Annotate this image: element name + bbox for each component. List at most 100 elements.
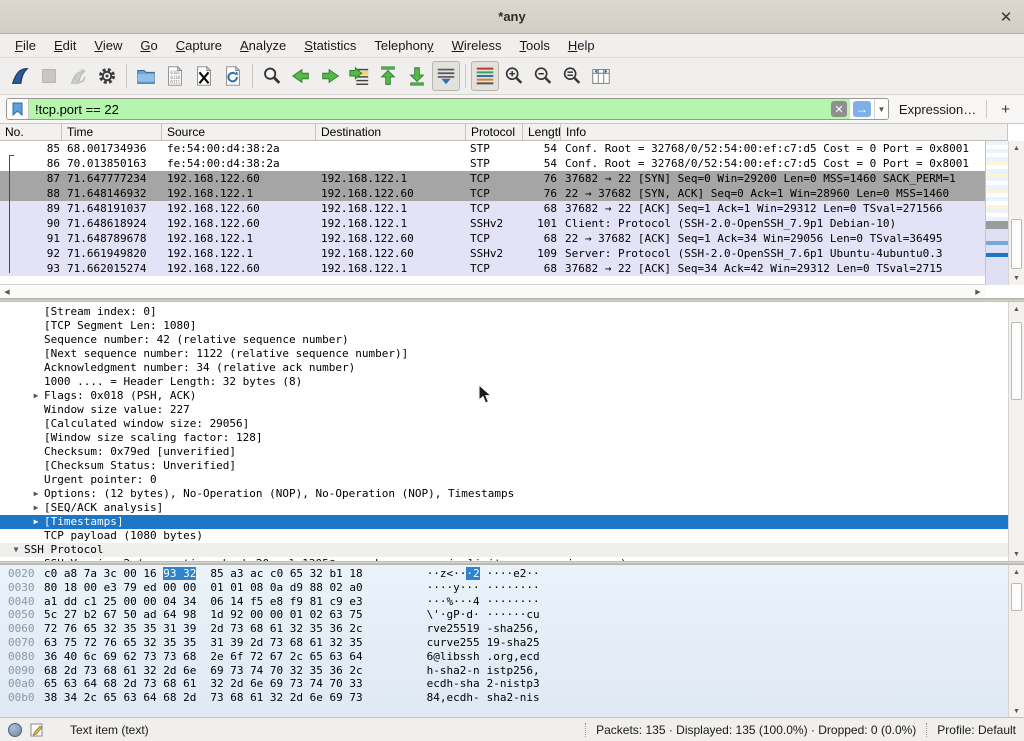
column-header-time[interactable]: Time [62, 124, 162, 140]
packet-row-93[interactable]: 9371.662015274192.168.122.60192.168.122.… [0, 261, 985, 276]
scrollbar-thumb[interactable] [1011, 583, 1022, 611]
capture-options-icon[interactable] [93, 61, 121, 91]
packet-row-91[interactable]: 9171.648789678192.168.122.1192.168.122.6… [0, 231, 985, 246]
detail-row[interactable]: Urgent pointer: 0 [0, 473, 1008, 487]
detail-vertical-scrollbar[interactable]: ▲ ▼ [1008, 302, 1024, 561]
resize-columns-icon[interactable] [587, 61, 615, 91]
detail-row[interactable]: Acknowledgment number: 34 (relative ack … [0, 361, 1008, 375]
close-icon[interactable]: ✕ [996, 7, 1016, 27]
menu-item-edit[interactable]: Edit [45, 35, 85, 56]
close-file-icon[interactable] [190, 61, 218, 91]
menu-item-go[interactable]: Go [131, 35, 166, 56]
filter-bookmark-icon[interactable] [7, 99, 29, 119]
packet-row-86[interactable]: 8670.013850163fe:54:00:d4:38:2aSTP54Conf… [0, 156, 985, 171]
detail-row[interactable]: Window size value: 227 [0, 403, 1008, 417]
hex-row-0040[interactable]: 0040a1 dd c1 25 00 00 04 3406 14 f5 e8 f… [8, 595, 1008, 609]
scrollbar-thumb[interactable] [1011, 219, 1022, 269]
menu-item-analyze[interactable]: Analyze [231, 35, 295, 56]
capture-comment-icon[interactable] [30, 723, 44, 737]
packet-row-85[interactable]: 8568.001734936fe:54:00:d4:38:2aSTP54Conf… [0, 141, 985, 156]
go-to-packet-icon[interactable] [345, 61, 373, 91]
scroll-up-icon[interactable]: ▲ [1009, 565, 1024, 579]
menu-item-file[interactable]: File [6, 35, 45, 56]
hex-row-0030[interactable]: 003080 18 00 e3 79 ed 00 0001 01 08 0a d… [8, 581, 1008, 595]
hex-vertical-scrollbar[interactable]: ▲ ▼ [1008, 565, 1024, 717]
open-file-icon[interactable] [132, 61, 160, 91]
menu-item-wireless[interactable]: Wireless [443, 35, 511, 56]
hex-row-0020[interactable]: 0020c0 a8 7a 3c 00 16 93 3285 a3 ac c0 6… [8, 567, 1008, 581]
hex-row-0090[interactable]: 009068 2d 73 68 61 32 2d 6e69 73 74 70 3… [8, 664, 1008, 678]
scroll-up-icon[interactable]: ▲ [1009, 302, 1024, 316]
zoom-out-icon[interactable] [529, 61, 557, 91]
detail-row[interactable]: 1000 .... = Header Length: 32 bytes (8) [0, 375, 1008, 389]
packet-row-89[interactable]: 8971.648191037192.168.122.60192.168.122.… [0, 201, 985, 216]
save-file-icon[interactable]: 010101100111 [161, 61, 189, 91]
column-header-no[interactable]: No. [0, 124, 62, 140]
expand-arrow-icon[interactable]: ▶ [28, 557, 44, 561]
hex-row-00b0[interactable]: 00b038 34 2c 65 63 64 68 2d73 68 61 32 2… [8, 691, 1008, 705]
detail-row[interactable]: [Stream index: 0] [0, 305, 1008, 319]
expand-arrow-icon[interactable]: ▶ [28, 501, 44, 515]
detail-row[interactable]: Sequence number: 42 (relative sequence n… [0, 333, 1008, 347]
display-filter-input[interactable] [29, 99, 828, 119]
packet-row-88[interactable]: 8871.648146932192.168.122.1192.168.122.6… [0, 186, 985, 201]
menu-item-capture[interactable]: Capture [167, 35, 231, 56]
column-header-protocol[interactable]: Protocol [466, 124, 523, 140]
filter-apply-button[interactable]: → [850, 99, 874, 119]
menu-item-view[interactable]: View [85, 35, 131, 56]
scroll-up-icon[interactable]: ▲ [1009, 141, 1024, 155]
scroll-right-icon[interactable]: ▶ [971, 288, 985, 296]
scroll-down-icon[interactable]: ▼ [1009, 547, 1024, 561]
packet-list-horizontal-scrollbar[interactable]: ◀ ▶ [0, 284, 985, 298]
expand-arrow-icon[interactable]: ▶ [28, 389, 44, 403]
go-last-icon[interactable] [403, 61, 431, 91]
detail-row[interactable]: [Checksum Status: Unverified] [0, 459, 1008, 473]
add-filter-button[interactable]: + [993, 101, 1018, 118]
detail-row[interactable]: [Calculated window size: 29056] [0, 417, 1008, 431]
column-header-source[interactable]: Source [162, 124, 316, 140]
detail-row[interactable]: ▼SSH Protocol [0, 543, 1008, 557]
detail-row[interactable]: Checksum: 0x79ed [unverified] [0, 445, 1008, 459]
packet-row-87[interactable]: 8771.647777234192.168.122.60192.168.122.… [0, 171, 985, 186]
reload-file-icon[interactable] [219, 61, 247, 91]
colorize-icon[interactable] [471, 61, 499, 91]
expand-arrow-icon[interactable]: ▶ [28, 487, 44, 501]
detail-row[interactable]: ▶[Timestamps] [0, 515, 1008, 529]
detail-row[interactable]: ▶Flags: 0x018 (PSH, ACK) [0, 389, 1008, 403]
zoom-100-icon[interactable] [558, 61, 586, 91]
hex-row-0070[interactable]: 007063 75 72 76 65 32 35 3531 39 2d 73 6… [8, 636, 1008, 650]
scroll-left-icon[interactable]: ◀ [0, 288, 14, 296]
expand-arrow-icon[interactable]: ▶ [28, 515, 44, 529]
menu-item-tools[interactable]: Tools [511, 35, 559, 56]
go-first-icon[interactable] [374, 61, 402, 91]
menu-item-help[interactable]: Help [559, 35, 604, 56]
column-header-length[interactable]: Length [523, 124, 561, 140]
hex-row-0050[interactable]: 00505c 27 b2 67 50 ad 64 981d 92 00 00 0… [8, 608, 1008, 622]
zoom-in-icon[interactable] [500, 61, 528, 91]
column-header-info[interactable]: Info [561, 124, 1008, 140]
detail-row[interactable]: ▶[SEQ/ACK analysis] [0, 501, 1008, 515]
auto-scroll-icon[interactable] [432, 61, 460, 91]
start-capture-icon[interactable] [6, 61, 34, 91]
collapse-arrow-icon[interactable]: ▼ [8, 543, 24, 557]
menu-item-telephony[interactable]: Telephony [365, 35, 442, 56]
scroll-down-icon[interactable]: ▼ [1009, 704, 1024, 717]
packet-row-92[interactable]: 9271.661949820192.168.122.1192.168.122.6… [0, 246, 985, 261]
packet-row-90[interactable]: 9071.648618924192.168.122.60192.168.122.… [0, 216, 985, 231]
detail-row[interactable]: TCP payload (1080 bytes) [0, 529, 1008, 543]
packet-list-vertical-scrollbar[interactable]: ▲ ▼ [1008, 141, 1024, 285]
scrollbar-thumb[interactable] [1011, 322, 1022, 400]
detail-row[interactable]: [TCP Segment Len: 1080] [0, 319, 1008, 333]
filter-clear-button[interactable]: ✕ [828, 99, 850, 119]
find-packet-icon[interactable] [258, 61, 286, 91]
hex-row-00a0[interactable]: 00a065 63 64 68 2d 73 68 6132 2d 6e 69 7… [8, 677, 1008, 691]
expert-info-icon[interactable] [8, 723, 22, 737]
column-header-destination[interactable]: Destination [316, 124, 466, 140]
detail-row[interactable]: ▶SSH Version 2 (encryption:chacha20-poly… [0, 557, 1008, 561]
detail-row[interactable]: [Next sequence number: 1122 (relative se… [0, 347, 1008, 361]
detail-row[interactable]: [Window size scaling factor: 128] [0, 431, 1008, 445]
intelligent-scrollbar-minimap[interactable] [985, 141, 1008, 285]
menu-item-statistics[interactable]: Statistics [295, 35, 365, 56]
go-back-icon[interactable] [287, 61, 315, 91]
profile-text[interactable]: Profile: Default [937, 723, 1016, 737]
